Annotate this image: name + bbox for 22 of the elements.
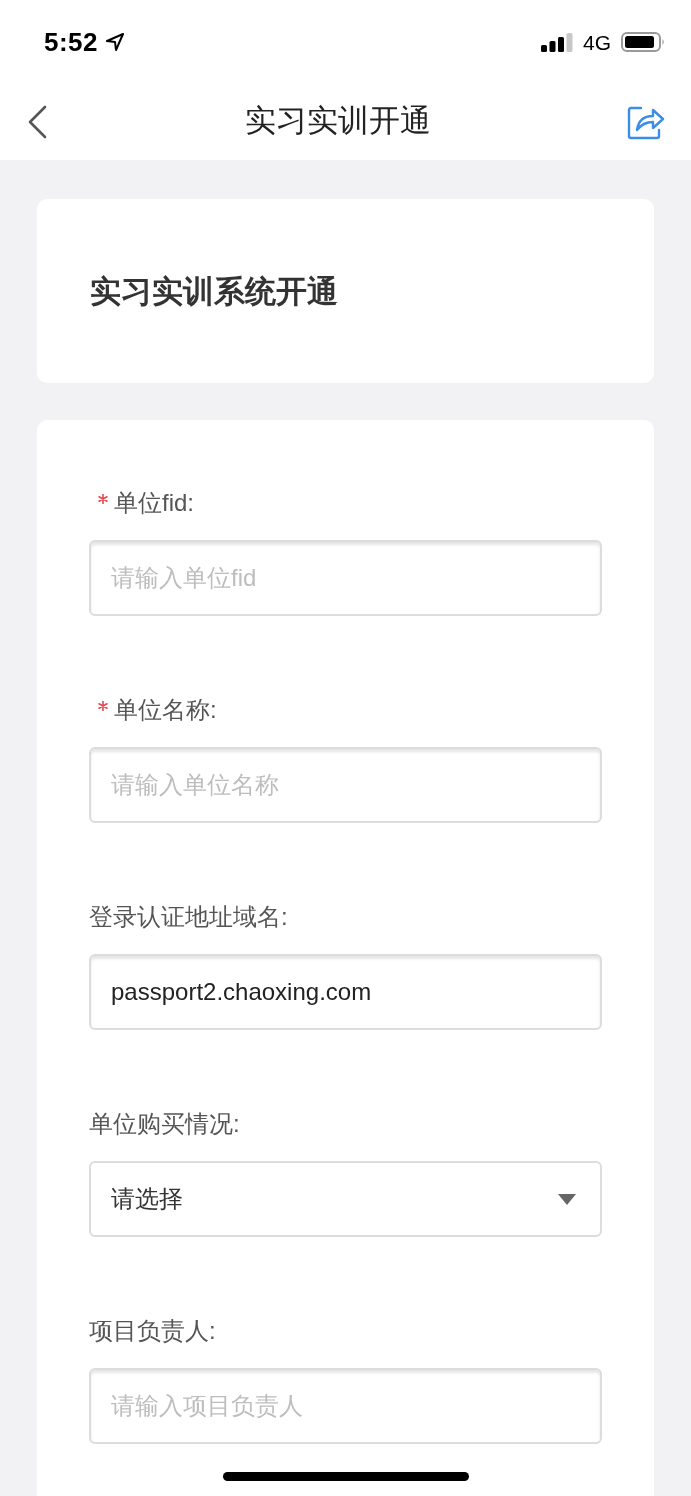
status-time: 5:52 (44, 29, 99, 55)
back-chevron-icon (26, 105, 48, 139)
signal-bars-icon (541, 32, 573, 52)
location-arrow-icon (106, 33, 125, 51)
card-title: 实习实训系统开通 (90, 275, 338, 307)
input-field[interactable]: passport2.chaoxing.com (89, 954, 602, 1030)
field-label: 登录认证地址域名: (89, 905, 288, 929)
input-field[interactable]: 请输入项目负责人 (89, 1368, 602, 1444)
dropdown-caret-icon (558, 1193, 576, 1205)
select-field[interactable]: 请选择 (89, 1161, 602, 1237)
share-icon (627, 104, 665, 140)
battery-icon (621, 32, 665, 52)
field-label: 单位购买情况: (89, 1112, 240, 1136)
input-field[interactable]: 请输入单位fid (89, 540, 602, 616)
input-field[interactable]: 请输入单位名称 (89, 747, 602, 823)
network-type: 4G (583, 31, 611, 53)
field-label: 项目负责人: (89, 1319, 216, 1343)
page-title: 实习实训开通 (244, 104, 431, 136)
field-label: 单位名称: (114, 698, 217, 722)
field-label: 单位fid: (114, 491, 194, 515)
back-button[interactable] (26, 105, 48, 139)
share-button[interactable] (627, 104, 665, 140)
